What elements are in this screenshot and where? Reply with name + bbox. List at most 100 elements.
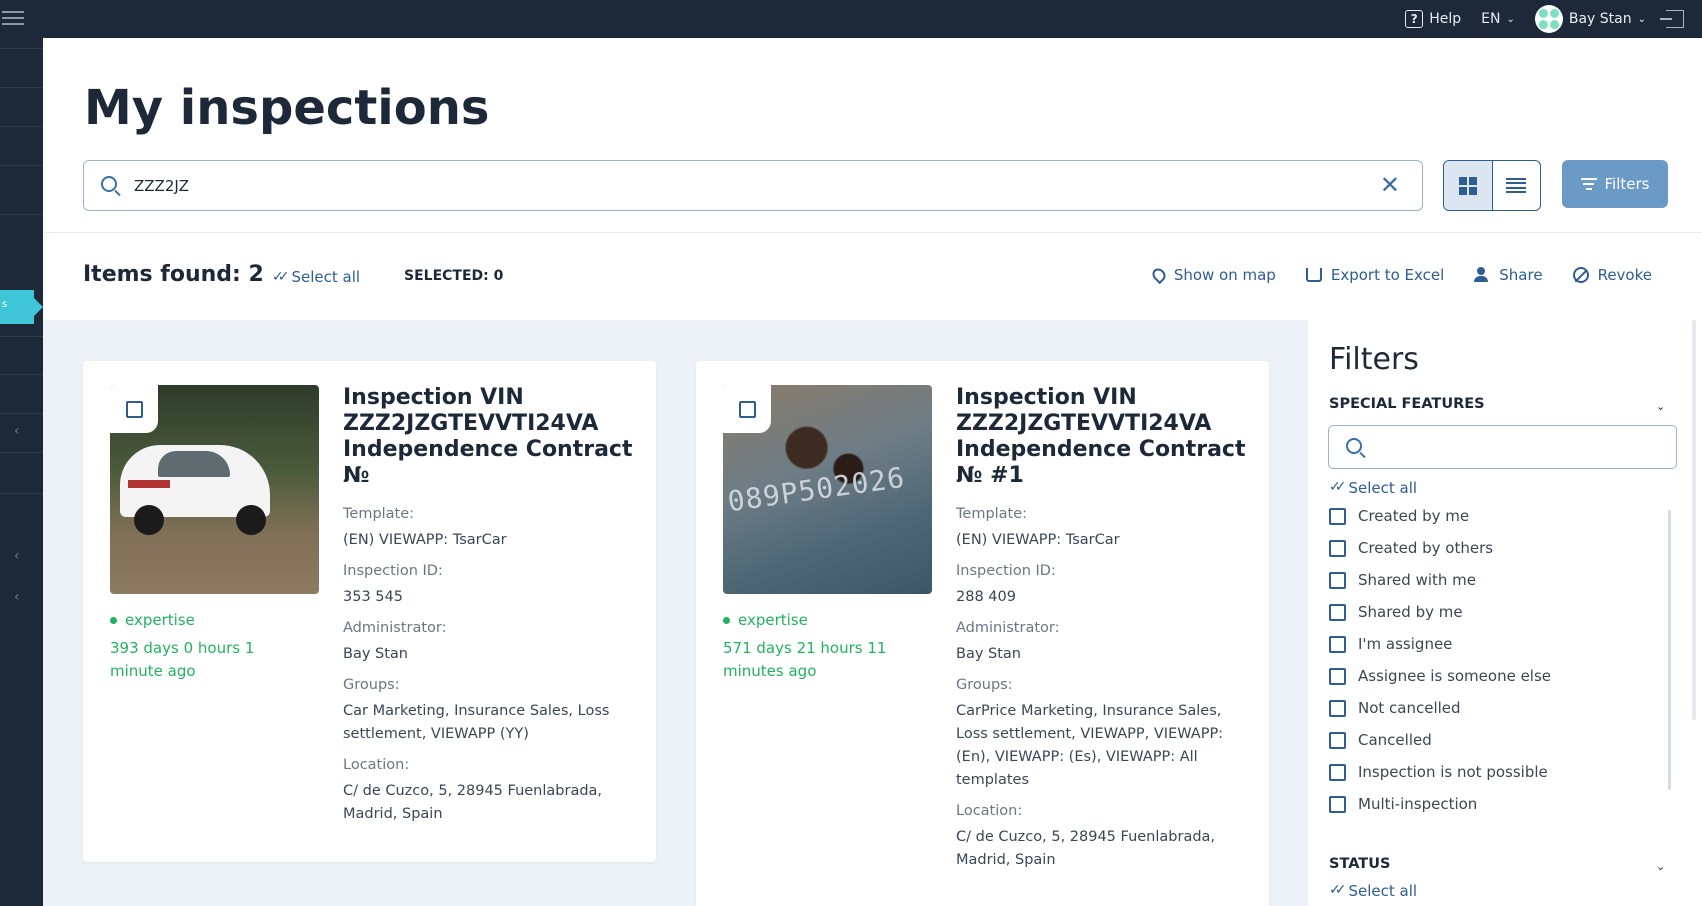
template-label: Template: (956, 506, 1028, 522)
status-select-all-label: Select all (1348, 882, 1418, 900)
sidebar-divider (0, 165, 43, 166)
close-icon[interactable]: ✕ (1380, 173, 1400, 197)
card-checkbox[interactable] (723, 385, 771, 433)
checkbox[interactable] (1329, 731, 1346, 749)
checkbox[interactable] (1329, 507, 1346, 525)
sidebar-divider (0, 452, 43, 453)
toolbar-actions: Show on map Export to Excel Share Revoke (1149, 265, 1652, 285)
chevron-down-icon[interactable]: ⌄ (1656, 860, 1665, 873)
chevron-left-icon[interactable]: ‹ (14, 589, 20, 605)
sidebar-divider (0, 48, 43, 49)
sidebar-divider (0, 336, 43, 337)
status-label: expertise (125, 611, 195, 629)
filter-option[interactable]: Cancelled (1329, 724, 1659, 756)
panel-scrollbar[interactable] (1692, 320, 1696, 720)
status-heading[interactable]: STATUS (1329, 856, 1390, 872)
inspection-id-value: 288 409 (956, 589, 1016, 605)
location-value: C/ de Cuzco, 5, 28945 Fuenlabrada, Madri… (343, 783, 603, 822)
filter-option-label: Not cancelled (1358, 699, 1461, 717)
checkbox[interactable] (1329, 635, 1346, 653)
chevron-left-icon[interactable]: ‹ (14, 548, 20, 564)
logout-icon (1660, 10, 1684, 28)
special-features-heading[interactable]: SPECIAL FEATURES (1329, 396, 1485, 412)
filter-option[interactable]: Multi-inspection (1329, 788, 1659, 820)
card-title[interactable]: Inspection VIN ZZZ2JZGTEVVTI24VA Indepen… (343, 385, 643, 489)
location-label: Location: (956, 803, 1023, 819)
chevron-down-icon[interactable]: ⌄ (1656, 400, 1665, 413)
photo-vin-text: 089P502026 (725, 460, 908, 519)
inspection-card[interactable]: expertise 393 days 0 hours 1 minute ago … (83, 361, 656, 862)
status-badge: expertise (110, 611, 195, 629)
filter-icon (1580, 178, 1597, 190)
help-link[interactable]: ? Help (1405, 10, 1461, 28)
revoke-label: Revoke (1597, 266, 1652, 284)
divider (43, 232, 1702, 233)
sidebar-divider (0, 413, 43, 414)
filters-panel: Filters SPECIAL FEATURES ⌄ ✓✓ Select all… (1308, 320, 1702, 906)
status-label: expertise (738, 611, 808, 629)
help-icon: ? (1405, 10, 1424, 28)
filter-option-label: Cancelled (1358, 731, 1432, 749)
administrator-label: Administrator: (956, 620, 1060, 636)
logout-button[interactable] (1660, 10, 1684, 28)
view-toggle (1443, 160, 1541, 211)
filter-option[interactable]: Inspection is not possible (1329, 756, 1659, 788)
filter-option[interactable]: Shared with me (1329, 564, 1659, 596)
card-checkbox[interactable] (110, 385, 158, 433)
filter-option-label: Inspection is not possible (1358, 763, 1548, 781)
export-excel-button[interactable]: Export to Excel (1305, 266, 1445, 284)
checkbox[interactable] (1329, 539, 1346, 557)
list-icon (1506, 177, 1527, 194)
time-ago: 571 days 21 hours 11 minutes ago (723, 639, 887, 680)
inspection-card[interactable]: 089P502026 expertise 571 days 21 hours 1… (696, 361, 1269, 906)
sidebar-divider (0, 374, 43, 375)
checkbox[interactable] (1329, 699, 1346, 717)
filter-list-scrollbar[interactable] (1668, 510, 1671, 790)
groups-value: Car Marketing, Insurance Sales, Loss set… (343, 703, 610, 742)
filter-option[interactable]: Shared by me (1329, 596, 1659, 628)
selected-count: SELECTED: 0 (404, 268, 504, 284)
filter-search-input[interactable] (1379, 436, 1659, 458)
search-input[interactable] (134, 173, 1334, 199)
location-label: Location: (343, 757, 410, 773)
select-all-button[interactable]: ✓✓ Select all (272, 268, 360, 286)
status-select-all[interactable]: ✓✓ Select all (1329, 882, 1417, 900)
chevron-down-icon: ⌄ (1637, 13, 1646, 25)
filters-select-all[interactable]: ✓✓ Select all (1329, 479, 1417, 497)
help-label: Help (1429, 11, 1462, 27)
sidebar-item-active[interactable]: s (0, 290, 43, 324)
top-bar-right: ? Help EN ⌄ Bay Stan ⌄ (1405, 0, 1684, 38)
checkbox[interactable] (1329, 571, 1346, 589)
checkbox[interactable] (1329, 603, 1346, 621)
double-check-icon: ✓✓ (1329, 882, 1347, 898)
revoke-button[interactable]: Revoke (1572, 266, 1652, 284)
language-selector[interactable]: EN ⌄ (1481, 11, 1515, 27)
special-features-list: Created by me Created by others Shared wit… (1329, 500, 1659, 820)
export-excel-label: Export to Excel (1330, 266, 1445, 284)
filters-button[interactable]: Filters (1562, 160, 1668, 208)
grid-icon (1458, 176, 1477, 195)
map-pin-icon (1149, 265, 1169, 285)
search-icon (101, 176, 117, 192)
grid-view-button[interactable] (1444, 161, 1493, 210)
double-check-icon: ✓✓ (1329, 479, 1347, 495)
list-view-button[interactable] (1493, 161, 1541, 210)
sidebar-divider (0, 214, 43, 215)
filter-option[interactable]: I'm assignee (1329, 628, 1659, 660)
menu-icon[interactable] (2, 7, 24, 27)
sidebar-divider (0, 493, 43, 494)
administrator-label: Administrator: (343, 620, 447, 636)
checkbox[interactable] (1329, 795, 1346, 813)
card-title[interactable]: Inspection VIN ZZZ2JZGTEVVTI24VA Indepen… (956, 385, 1256, 489)
filter-option[interactable]: Assignee is someone else (1329, 660, 1659, 692)
user-menu[interactable]: Bay Stan ⌄ (1534, 5, 1646, 33)
share-button[interactable]: Share (1474, 266, 1543, 284)
filter-option[interactable]: Created by others (1329, 532, 1659, 564)
filter-option[interactable]: Not cancelled (1329, 692, 1659, 724)
chevron-down-icon: ⌄ (1506, 13, 1515, 25)
filter-option[interactable]: Created by me (1329, 500, 1659, 532)
checkbox[interactable] (1329, 763, 1346, 781)
checkbox[interactable] (1329, 667, 1346, 685)
chevron-left-icon[interactable]: ‹ (14, 423, 20, 439)
show-on-map-button[interactable]: Show on map (1149, 265, 1276, 285)
